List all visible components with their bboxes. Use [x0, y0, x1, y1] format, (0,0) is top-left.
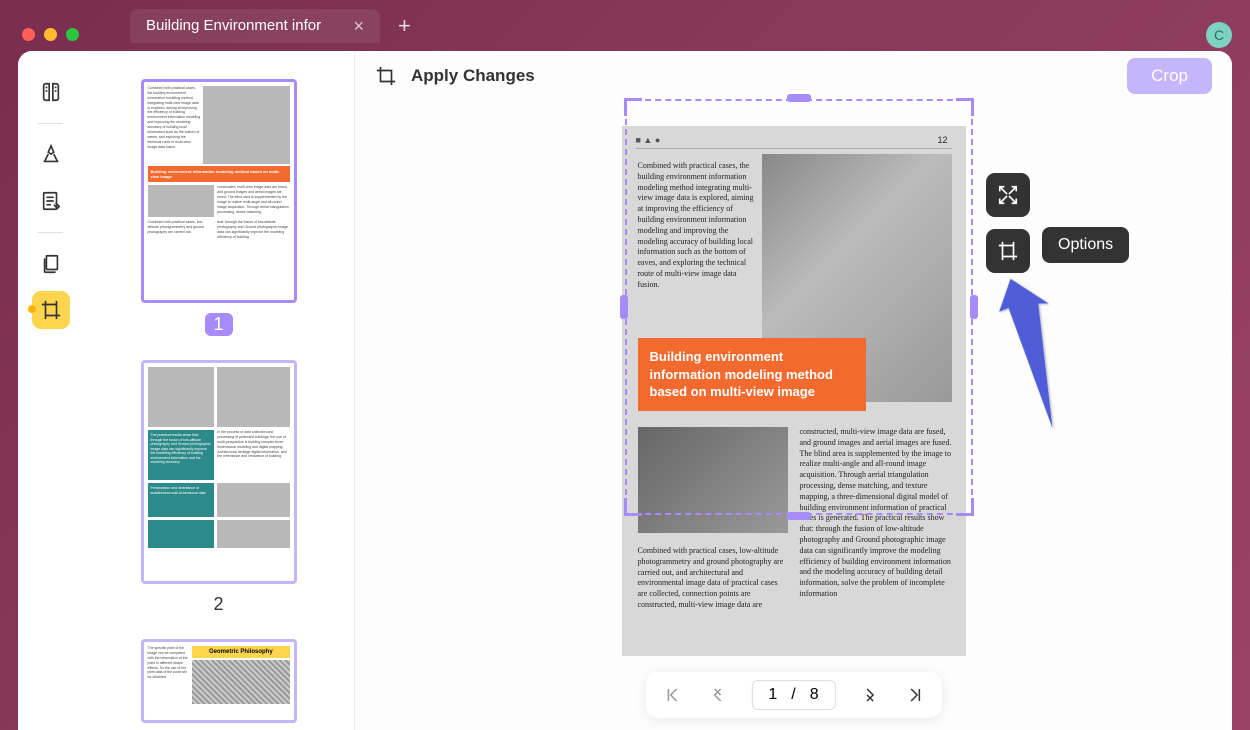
thumbnail-page-3[interactable]: The specific pixel of the image can be c… — [141, 639, 297, 723]
crop-options-icon[interactable] — [986, 229, 1030, 273]
arrow-annotation — [997, 266, 1067, 446]
document-page: ■ ▲ ● 12 Combined with practical cases, … — [622, 126, 966, 656]
doc-heading: Building environment information modelin… — [638, 338, 866, 411]
app-window: Combined with practical cases, the build… — [18, 51, 1232, 730]
next-page-button[interactable] — [862, 686, 880, 704]
doc-image-workstation — [638, 427, 788, 533]
doc-paragraph-2: constructed, multi-view image data are f… — [800, 427, 952, 600]
edit-tool-icon[interactable] — [32, 182, 70, 220]
main-area: Apply Changes Crop ■ ▲ ● 12 Combined wit… — [355, 51, 1232, 730]
first-page-button[interactable] — [663, 686, 681, 704]
separator — [38, 123, 63, 124]
doc-paragraph-1: Combined with practical cases, the build… — [638, 161, 758, 291]
pages-tool-icon[interactable] — [32, 245, 70, 283]
page-number-label: 12 — [937, 134, 947, 146]
page-indicator[interactable]: 1 / 8 — [751, 680, 835, 710]
thumbnail-page-2[interactable]: The practical results show that: through… — [141, 360, 297, 584]
options-tooltip: Options — [1042, 227, 1129, 263]
apply-changes-label: Apply Changes — [411, 66, 535, 86]
crop-icon — [375, 65, 397, 87]
window-close[interactable] — [22, 28, 35, 41]
thumbnail-page-1[interactable]: Combined with practical cases, the build… — [141, 79, 297, 303]
new-tab-button[interactable]: + — [398, 13, 411, 39]
thumbnails-panel[interactable]: Combined with practical cases, the build… — [83, 51, 355, 730]
avatar[interactable]: C — [1206, 22, 1232, 48]
last-page-button[interactable] — [906, 686, 924, 704]
close-icon[interactable]: × — [353, 17, 364, 35]
fullscreen-crop-icon[interactable] — [986, 173, 1030, 217]
page-number-2: 2 — [103, 594, 334, 615]
top-bar: Apply Changes Crop — [355, 51, 1232, 101]
crop-tool-icon[interactable] — [32, 291, 70, 329]
document-viewport: ■ ▲ ● 12 Combined with practical cases, … — [355, 101, 1232, 730]
tab-document[interactable]: Building Environment infor × — [130, 9, 380, 43]
page-marks: ■ ▲ ● — [636, 134, 661, 146]
window-minimize[interactable] — [44, 28, 57, 41]
titlebar: Building Environment infor × + — [0, 0, 1250, 51]
book-tool-icon[interactable] — [32, 73, 70, 111]
crop-tools: Options — [986, 173, 1030, 273]
window-maximize[interactable] — [66, 28, 79, 41]
crop-button[interactable]: Crop — [1127, 58, 1212, 94]
tab-title: Building Environment infor — [146, 17, 341, 34]
separator — [38, 232, 63, 233]
prev-page-button[interactable] — [707, 686, 725, 704]
doc-paragraph-3: Combined with practical cases, low-altit… — [638, 546, 788, 611]
highlighter-tool-icon[interactable] — [32, 136, 70, 174]
page-number-1: 1 — [205, 313, 233, 336]
left-toolbar — [18, 51, 83, 730]
page-navigation: 1 / 8 — [645, 672, 941, 718]
